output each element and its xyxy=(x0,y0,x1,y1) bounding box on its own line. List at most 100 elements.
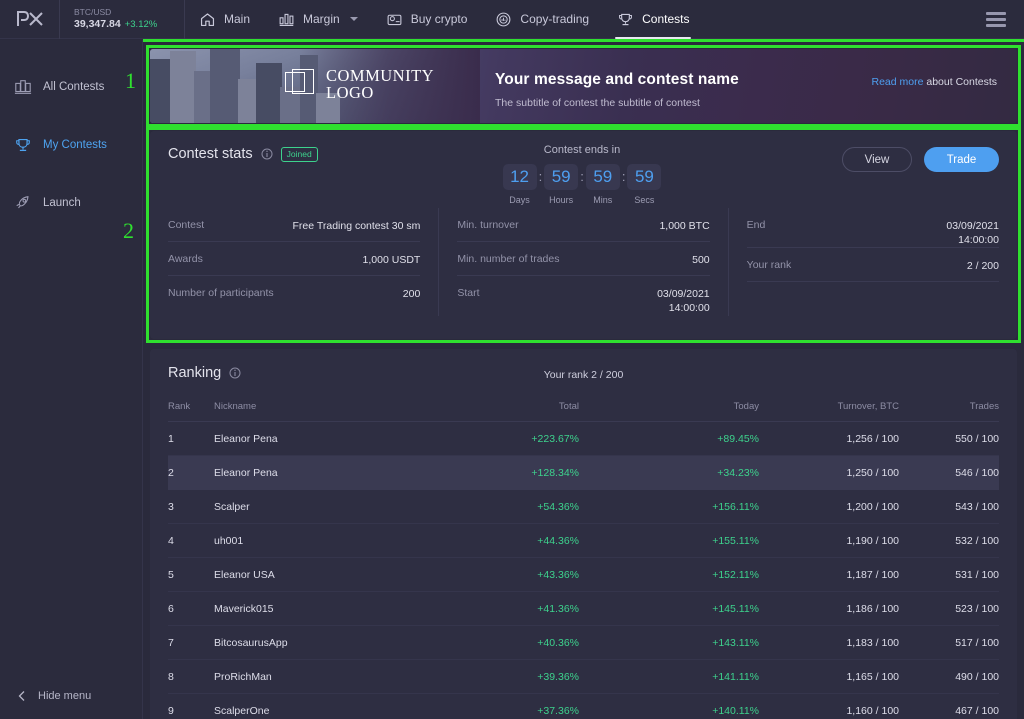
stats-key: Min. number of trades xyxy=(457,253,560,265)
px-logo-icon xyxy=(16,11,43,26)
trophy-icon xyxy=(16,139,30,152)
table-row[interactable]: 6 Maverick015 +41.36% +145.11% 1,186 / 100 52… xyxy=(168,591,999,626)
col-header-total: Total xyxy=(404,401,579,422)
home-icon xyxy=(200,12,215,26)
trophy-icon xyxy=(619,13,633,25)
nav-label-buy-crypto: Buy crypto xyxy=(410,12,468,26)
cell-nickname: ProRichMan xyxy=(214,659,404,694)
stats-key: Start xyxy=(457,287,480,299)
col-header-rank: Rank xyxy=(168,401,214,422)
table-row[interactable]: 4 uh001 +44.36% +155.11% 1,190 / 100 532 / 10… xyxy=(168,523,999,558)
stats-row-min-turnover: Min. turnover 1,000 BTC xyxy=(457,208,710,242)
cell-trades: 531 / 100 xyxy=(899,557,999,592)
col-header-trades: Trades xyxy=(899,401,999,422)
view-button[interactable]: View xyxy=(842,147,912,172)
countdown-caption-mins: Mins xyxy=(593,195,613,205)
sidebar: All Contests My Contests Launch Hide men… xyxy=(0,40,143,719)
cell-turnover: 1,250 / 100 xyxy=(759,455,899,490)
cell-total: +223.67% xyxy=(404,421,579,456)
countdown-unit-days: 12 Days xyxy=(502,164,537,205)
cell-today: +143.11% xyxy=(579,625,759,660)
nav-label-copy-trading: Copy-trading xyxy=(520,12,590,26)
community-logo-line1: COMMUNITY xyxy=(326,66,435,85)
read-more-link[interactable]: Read more xyxy=(872,76,924,88)
ranking-table-body: 1 Eleanor Pena +223.67% +89.45% 1,256 / 100 5… xyxy=(168,421,999,719)
countdown-unit-mins: 59 Mins xyxy=(585,164,620,205)
cell-total: +40.36% xyxy=(404,625,579,660)
nav-item-copy-trading[interactable]: Copy-trading xyxy=(481,0,603,39)
cell-total: +43.36% xyxy=(404,557,579,592)
cell-turnover: 1,256 / 100 xyxy=(759,421,899,456)
hide-menu-button[interactable]: Hide menu xyxy=(0,681,143,711)
hamburger-line xyxy=(986,12,1006,15)
countdown-caption-hours: Hours xyxy=(549,195,574,205)
wallet-icon xyxy=(387,14,402,25)
cell-today: +34.23% xyxy=(579,455,759,490)
info-icon[interactable] xyxy=(261,148,273,160)
brand-logo[interactable] xyxy=(0,0,60,39)
cell-today: +156.11% xyxy=(579,489,759,524)
chevron-down-icon xyxy=(349,17,358,21)
table-header-row: Rank Nickname Total Today Turnover, BTC … xyxy=(168,401,999,422)
stats-key: Number of participants xyxy=(168,287,274,299)
sidebar-item-my-contests[interactable]: My Contests xyxy=(0,125,142,165)
hamburger-line xyxy=(986,18,1006,21)
countdown-value-secs: 59 xyxy=(627,164,662,190)
cell-nickname: BitcosaurusApp xyxy=(214,625,404,660)
trade-button[interactable]: Trade xyxy=(924,147,999,172)
community-logo-line2: LOGO xyxy=(326,83,374,102)
cell-turnover: 1,187 / 100 xyxy=(759,557,899,592)
cell-nickname: Eleanor Pena xyxy=(214,421,404,456)
stats-value: 500 xyxy=(692,254,710,266)
countdown-separator: : xyxy=(538,169,543,184)
stats-row-awards: Awards 1,000 USDT xyxy=(168,242,421,276)
table-row[interactable]: 1 Eleanor Pena +223.67% +89.45% 1,256 / 100 5… xyxy=(168,421,999,456)
table-row[interactable]: 2 Eleanor Pena +128.34% +34.23% 1,250 / 100 5… xyxy=(168,455,999,490)
hamburger-icon[interactable] xyxy=(986,12,1006,30)
sidebar-label-launch: Launch xyxy=(43,197,81,209)
hide-menu-label: Hide menu xyxy=(38,690,92,702)
nav-item-margin[interactable]: Margin xyxy=(264,0,372,39)
table-row[interactable]: 8 ProRichMan +39.36% +141.11% 1,165 / 100 490… xyxy=(168,659,999,694)
cell-rank: 6 xyxy=(168,591,214,626)
ranking-table-head: Rank Nickname Total Today Turnover, BTC … xyxy=(168,401,999,422)
bar-chart-icon xyxy=(279,13,294,26)
community-logo: COMMUNITY LOGO xyxy=(285,67,434,101)
countdown-timer: Contest ends in 12 Days : 59 Hours : 59 … xyxy=(482,144,682,205)
contest-banner[interactable]: COMMUNITY LOGO Your message and contest … xyxy=(150,49,1017,123)
countdown-caption-secs: Secs xyxy=(634,195,655,205)
countdown-separator: : xyxy=(621,169,626,184)
stats-column-3: End 03/09/2021 14:00:00 Your rank 2 / 20… xyxy=(729,208,999,316)
stats-row-start: Start 03/09/2021 14:00:00 xyxy=(457,276,709,315)
table-row[interactable]: 9 ScalperOne +37.36% +140.11% 1,160 / 100 467… xyxy=(168,693,999,719)
cell-trades: 532 / 100 xyxy=(899,523,999,558)
ticker-btcusd[interactable]: BTC/USD 39,347.84 +3.12% xyxy=(60,0,185,39)
table-row[interactable]: 7 BitcosaurusApp +40.36% +143.11% 1,183 / 10… xyxy=(168,625,999,660)
ranking-table: Rank Nickname Total Today Turnover, BTC … xyxy=(168,401,999,719)
stats-row-empty xyxy=(747,282,999,316)
stats-value: 200 xyxy=(402,288,421,300)
cell-nickname: Eleanor USA xyxy=(214,557,404,592)
nav-item-main[interactable]: Main xyxy=(185,0,264,39)
table-row[interactable]: 3 Scalper +54.36% +156.11% 1,200 / 100 543 / … xyxy=(168,489,999,524)
nav-item-contests[interactable]: Contests xyxy=(603,0,703,39)
countdown-caption-days: Days xyxy=(509,195,530,205)
sidebar-item-launch[interactable]: Launch xyxy=(0,183,142,223)
cell-total: +41.36% xyxy=(404,591,579,626)
cell-trades: 467 / 100 xyxy=(899,693,999,719)
stats-value: 03/09/2021 14:00:00 xyxy=(657,288,710,314)
top-navigation-bar: BTC/USD 39,347.84 +3.12% Main Margin Buy … xyxy=(0,0,1024,39)
nav-item-buy-crypto[interactable]: Buy crypto xyxy=(372,0,482,39)
contest-stats-header: Contest stats Joined xyxy=(168,146,318,162)
stats-column-1: Contest Free Trading contest 30 sm Award… xyxy=(168,208,438,316)
sidebar-item-all-contests[interactable]: All Contests xyxy=(0,67,142,107)
countdown-value-days: 12 xyxy=(502,164,537,190)
contest-stats-card: Contest stats Joined Contest ends in 12 … xyxy=(150,131,1017,339)
countdown-separator: : xyxy=(580,169,584,184)
table-row[interactable]: 5 Eleanor USA +43.36% +152.11% 1,187 / 100 53… xyxy=(168,557,999,592)
rocket-icon xyxy=(16,196,29,209)
banner-read-more: Read more about Contests xyxy=(847,75,998,90)
countdown-unit-secs: 59 Secs xyxy=(627,164,662,205)
sidebar-label-my-contests: My Contests xyxy=(43,139,107,151)
info-icon[interactable] xyxy=(229,367,241,379)
